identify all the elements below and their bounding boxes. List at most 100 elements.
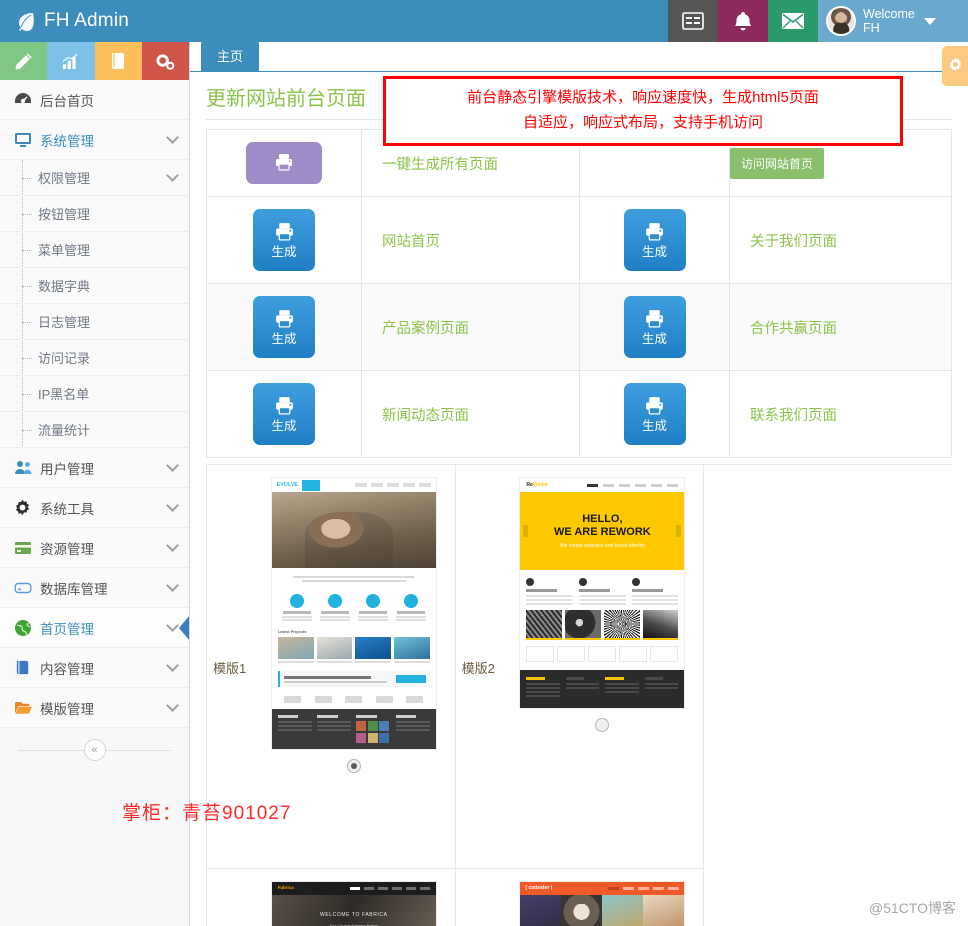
template-body: Fabrica WELCOME TO FABRICA Your Creative… xyxy=(259,881,449,926)
notice-box: 前台静态引擎模版技术，响应速度快，生成html5页面 自适应，响应式布局，支持手… xyxy=(383,76,903,146)
generate-pages-table: 一键生成所有页面 访问网站首页 生成 网站首页 生成 关于我们页面 生成 产品案… xyxy=(206,129,952,458)
notifications-button[interactable] xyxy=(718,0,768,42)
brand[interactable]: FH Admin xyxy=(0,0,190,42)
chevron-down-icon[interactable] xyxy=(166,539,179,552)
sidebar-item-label: 用户管理 xyxy=(40,461,94,477)
table-row: 生成 产品案例页面 生成 合作共赢页面 xyxy=(206,283,952,371)
sidebar-item-user-management[interactable]: 用户管理 xyxy=(0,448,189,488)
top-header: FH Admin Welcome FH xyxy=(0,0,968,42)
generate-button-about[interactable]: 生成 xyxy=(623,209,686,271)
chevron-down-icon[interactable] xyxy=(166,131,179,144)
credit-card-icon xyxy=(14,541,40,555)
sidebar: 后台首页 系统管理 权限管理 按钮管理 菜单管理 数据字典 日志管理 访问记录 … xyxy=(0,42,190,926)
generate-cell: 生成 xyxy=(206,196,362,284)
generate-button-news[interactable]: 生成 xyxy=(253,383,315,445)
admin-page: FH Admin Welcome FH 后台首页 系统管理 权限管理 按钮管理 … xyxy=(0,0,968,926)
user-menu[interactable]: Welcome FH xyxy=(818,0,968,42)
globe-icon xyxy=(14,619,40,637)
sidebar-item-template-management[interactable]: 模版管理 xyxy=(0,688,189,728)
generate-button-contact[interactable]: 生成 xyxy=(623,383,686,445)
generate-all-cell xyxy=(206,129,362,197)
printer-icon xyxy=(274,221,295,245)
notice-line-1: 前台静态引擎模版技术，响应速度快，生成html5页面 xyxy=(467,89,819,106)
chevron-down-icon[interactable] xyxy=(166,459,179,472)
folder-icon xyxy=(14,700,40,715)
chevron-down-icon[interactable] xyxy=(166,579,179,592)
template-cell-2[interactable]: 模版2 ReVision HELLO, WE ARE REWORK We cre… xyxy=(455,465,705,869)
monitor-icon xyxy=(14,132,40,148)
leaf-icon xyxy=(16,11,36,31)
sidebar-subitem-label: 按钮管理 xyxy=(38,207,91,222)
chevron-down-icon[interactable] xyxy=(166,169,179,182)
sidebar-item-system-management[interactable]: 系统管理 xyxy=(0,120,189,160)
page-label: 合作共赢页面 xyxy=(729,283,952,371)
template-label: 模版1 xyxy=(213,661,247,676)
sidebar-collapse-button[interactable]: « xyxy=(83,739,106,761)
generate-button-products[interactable]: 生成 xyxy=(253,296,315,358)
welcome-label: Welcome xyxy=(863,7,915,21)
avatar xyxy=(826,6,856,36)
sidebar-subitem-permissions[interactable]: 权限管理 xyxy=(0,160,189,196)
generate-button-partners[interactable]: 生成 xyxy=(623,296,686,358)
template2-hero-sub: We create websites and brand identity xyxy=(560,542,645,549)
template-thumbnail-3: Fabrica WELCOME TO FABRICA Your Creative… xyxy=(270,881,437,926)
chevron-down-icon[interactable] xyxy=(166,699,179,712)
template-body: ReVision HELLO, WE ARE REWORK We create … xyxy=(508,477,698,733)
sidebar-item-dashboard[interactable]: 后台首页 xyxy=(0,80,189,120)
quick-tile-edit[interactable] xyxy=(0,42,48,80)
sidebar-item-system-tools[interactable]: 系统工具 xyxy=(0,488,189,528)
messages-button[interactable] xyxy=(768,0,818,42)
sidebar-subitem-menus[interactable]: 菜单管理 xyxy=(0,232,189,268)
pencil-icon xyxy=(14,52,33,71)
page-label: 网站首页 xyxy=(361,196,580,284)
template2-hero-line1: HELLO, xyxy=(582,512,623,525)
users-icon xyxy=(14,460,40,475)
chevron-down-icon[interactable] xyxy=(166,619,179,632)
generate-button-label: 生成 xyxy=(641,332,667,346)
generate-button-homepage[interactable]: 生成 xyxy=(253,209,315,271)
quick-tile-book[interactable] xyxy=(94,42,142,80)
tab-home[interactable]: 主页 xyxy=(201,42,260,71)
printer-icon xyxy=(644,395,665,419)
generate-button-label: 生成 xyxy=(641,245,667,259)
template-body: EVOLVE Latest Projects xyxy=(259,477,449,773)
sidebar-subitem-label: 权限管理 xyxy=(38,171,91,186)
sidebar-item-content-management[interactable]: 内容管理 xyxy=(0,648,189,688)
dashboard-icon xyxy=(14,92,40,108)
template-brand: EVOLVE xyxy=(276,481,298,488)
page-label: 关于我们页面 xyxy=(729,196,952,284)
visit-site-button[interactable]: 访问网站首页 xyxy=(730,147,825,179)
sidebar-menu: 后台首页 系统管理 权限管理 按钮管理 菜单管理 数据字典 日志管理 访问记录 … xyxy=(0,80,189,728)
sidebar-item-database-management[interactable]: 数据库管理 xyxy=(0,568,189,608)
notice-line-2: 自适应，响应式布局，支持手机访问 xyxy=(522,114,763,131)
chevron-down-icon[interactable] xyxy=(166,659,179,672)
list-icon-button[interactable] xyxy=(668,0,718,42)
sidebar-subitem-dictionary[interactable]: 数据字典 xyxy=(0,268,189,304)
quick-tile-stats[interactable] xyxy=(47,42,95,80)
page-title-row: 更新网站前台页面 前台静态引擎模版技术，响应速度快，生成html5页面 自适应，… xyxy=(190,72,968,146)
template-thumbnail-4: ( codester ) xyxy=(519,881,686,926)
sidebar-item-homepage-management[interactable]: 首页管理 xyxy=(0,608,189,648)
quick-tile-settings[interactable] xyxy=(141,42,189,80)
sidebar-subitem-ip-blacklist[interactable]: IP黑名单 xyxy=(0,376,189,412)
page-label: 产品案例页面 xyxy=(361,283,580,371)
sidebar-subitem-label: 日志管理 xyxy=(38,315,91,330)
sidebar-subitem-label: 访问记录 xyxy=(38,351,91,366)
template-cell-4[interactable]: ( codester ) xyxy=(456,869,705,926)
template-radio-1[interactable] xyxy=(346,758,361,773)
chevron-down-icon[interactable] xyxy=(166,499,179,512)
template3-hero-title: WELCOME TO FABRICA xyxy=(320,911,388,918)
sidebar-subitem-visit-records[interactable]: 访问记录 xyxy=(0,340,189,376)
sidebar-collapse-bar: « xyxy=(0,728,189,772)
template-radio-2[interactable] xyxy=(595,718,610,733)
sidebar-subitem-traffic-stats[interactable]: 流量统计 xyxy=(0,412,189,448)
generate-all-button[interactable] xyxy=(246,142,322,184)
sidebar-subitem-buttons[interactable]: 按钮管理 xyxy=(0,196,189,232)
sidebar-subitem-logs[interactable]: 日志管理 xyxy=(0,304,189,340)
sidebar-item-resource-management[interactable]: 资源管理 xyxy=(0,528,189,568)
header-spacer xyxy=(190,0,668,42)
settings-side-tab[interactable] xyxy=(942,46,968,86)
chevron-down-icon[interactable] xyxy=(923,17,936,25)
template-cell-3[interactable]: 模版3 Fabrica WELCOME TO FABRICA Your Crea… xyxy=(207,869,456,926)
gear-icon xyxy=(948,57,963,75)
